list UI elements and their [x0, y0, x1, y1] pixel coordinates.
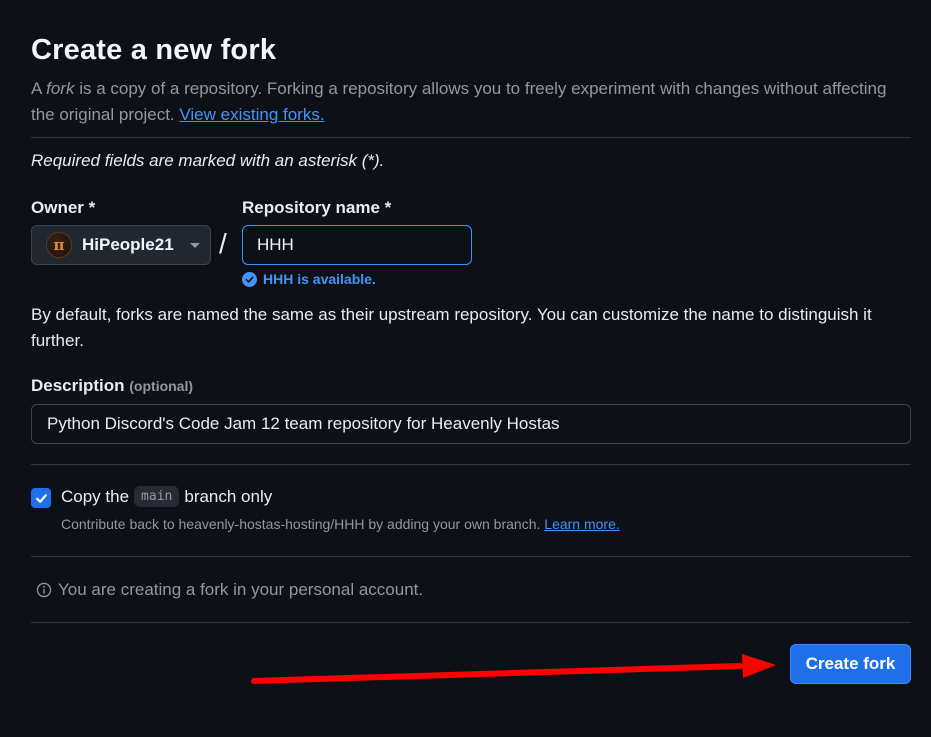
check-circle-icon	[242, 271, 257, 287]
page-title: Create a new fork	[31, 34, 277, 66]
description-label: Description (optional)	[31, 376, 193, 396]
owner-dropdown[interactable]: π HiPeople21	[31, 225, 211, 265]
copy-branch-label: Copy the main branch only	[61, 486, 272, 507]
copy-branch-prefix: Copy the	[61, 486, 130, 506]
description-input[interactable]	[31, 404, 911, 444]
owner-label: Owner *	[31, 198, 96, 217]
info-icon	[36, 582, 52, 598]
personal-account-note: You are creating a fork in your personal…	[36, 580, 423, 600]
checkmark-icon	[35, 493, 47, 503]
intro-fork-term: fork	[46, 79, 75, 98]
copy-main-branch-checkbox[interactable]	[31, 488, 51, 508]
page-intro: A fork is a copy of a repository. Forkin…	[31, 76, 891, 128]
required-fields-note: Required fields are marked with an aster…	[31, 151, 385, 170]
create-fork-button[interactable]: Create fork	[790, 644, 911, 684]
divider	[31, 622, 911, 623]
copy-branch-suffix: branch only	[184, 486, 273, 506]
view-existing-forks-link[interactable]: View existing forks.	[179, 105, 324, 124]
owner-repo-separator: /	[219, 228, 227, 259]
chevron-down-icon	[190, 242, 200, 248]
availability-text: HHH is available.	[263, 271, 376, 287]
repository-name-label: Repository name *	[242, 198, 392, 217]
red-arrow-icon	[251, 654, 776, 684]
divider	[31, 464, 911, 465]
copy-branch-help-text: Contribute back to heavenly-hostas-hosti…	[61, 516, 541, 532]
divider	[31, 556, 911, 557]
learn-more-link[interactable]: Learn more.	[544, 516, 619, 532]
description-label-text: Description	[31, 376, 125, 395]
intro-text: is a copy of a repository. Forking a rep…	[31, 79, 887, 124]
intro-prefix: A	[31, 79, 47, 98]
optional-tag: (optional)	[129, 378, 194, 394]
copy-branch-help: Contribute back to heavenly-hostas-hosti…	[61, 516, 620, 532]
branch-name-code: main	[134, 486, 180, 507]
divider	[31, 137, 911, 138]
create-fork-page: Create a new fork A fork is a copy of a …	[0, 0, 931, 737]
availability-message: HHH is available.	[242, 271, 376, 287]
repository-name-input[interactable]	[242, 225, 472, 265]
owner-name: HiPeople21	[82, 235, 174, 254]
naming-help-text: By default, forks are named the same as …	[31, 305, 872, 350]
avatar: π	[46, 232, 72, 258]
personal-account-text: You are creating a fork in your personal…	[58, 580, 424, 599]
